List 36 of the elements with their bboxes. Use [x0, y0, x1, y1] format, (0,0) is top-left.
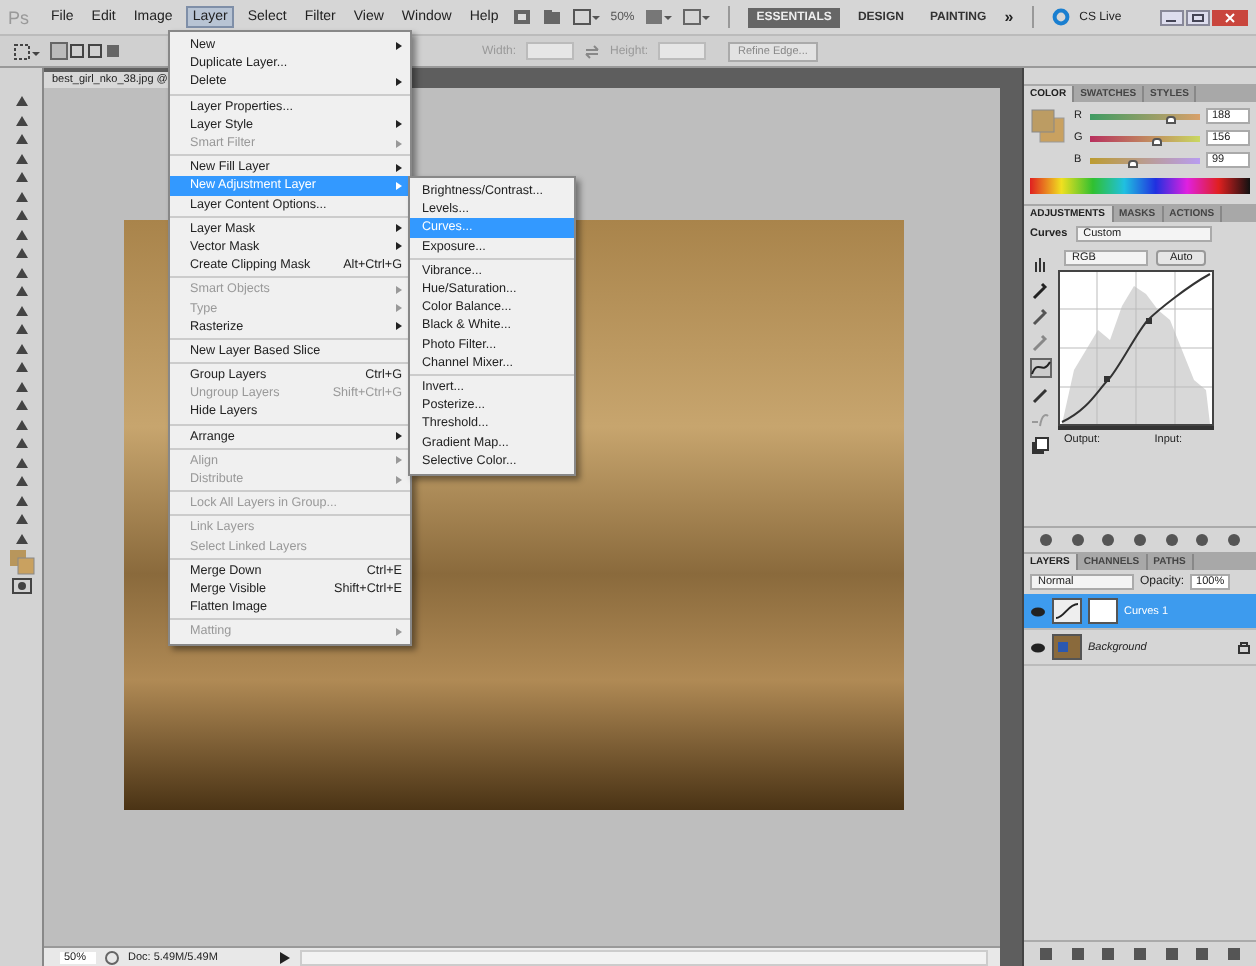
eye-icon[interactable] — [1030, 605, 1046, 617]
app-logo: Ps — [8, 7, 30, 27]
curves-thumbnail-icon — [1052, 598, 1082, 624]
screen-mode-icon[interactable] — [572, 8, 601, 26]
close-icon[interactable] — [1212, 9, 1248, 25]
horizontal-scrollbar[interactable] — [300, 949, 988, 965]
color-swatches-icon[interactable] — [1030, 108, 1066, 144]
color-swatches-icon[interactable] — [7, 548, 35, 576]
eyedropper-icon[interactable] — [1030, 280, 1050, 300]
mask-thumbnail-icon — [1088, 598, 1118, 624]
pencil-icon[interactable] — [1030, 384, 1050, 404]
extras-icon[interactable] — [682, 8, 711, 26]
minimize-icon[interactable] — [1160, 9, 1184, 25]
height-field[interactable] — [658, 42, 707, 60]
color-spectrum[interactable] — [1030, 178, 1250, 194]
play-icon[interactable] — [276, 949, 292, 965]
width-field[interactable] — [526, 42, 575, 60]
info-icon[interactable] — [104, 949, 120, 965]
selection-mode-icon[interactable] — [50, 41, 122, 61]
curve-tool-icon[interactable] — [1030, 358, 1052, 378]
cs-live-icon — [1051, 8, 1070, 26]
channel-slider[interactable] — [1090, 157, 1200, 163]
clip-icon[interactable] — [1030, 436, 1050, 456]
restore-icon[interactable] — [1186, 9, 1210, 25]
marquee-icon[interactable] — [12, 41, 40, 61]
folder-icon[interactable] — [542, 8, 563, 26]
more-workspaces-button[interactable]: » — [1004, 8, 1014, 26]
curve-graph-drawing[interactable] — [1058, 270, 1214, 430]
bridge-icon[interactable] — [512, 8, 533, 26]
image-thumbnail-icon — [1052, 634, 1082, 660]
eyedropper-icon[interactable] — [1030, 306, 1050, 326]
channel-slider[interactable] — [1090, 113, 1200, 119]
arrange-icon[interactable] — [644, 8, 673, 26]
channel-slider[interactable] — [1090, 135, 1200, 141]
eye-icon[interactable] — [1030, 641, 1046, 653]
quick-mask-icon[interactable] — [11, 577, 31, 593]
